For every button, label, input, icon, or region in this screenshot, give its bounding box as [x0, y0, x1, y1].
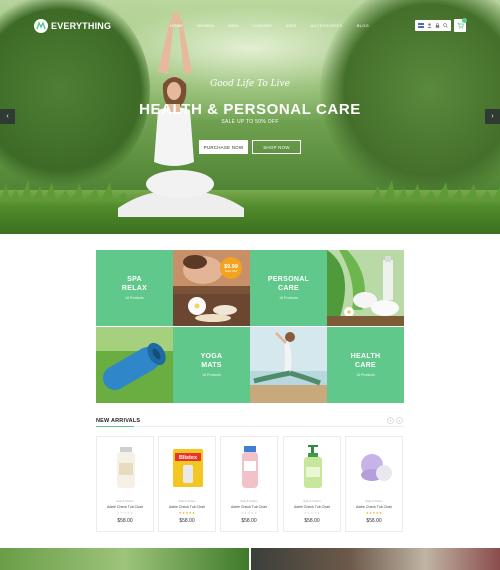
yoga-pose-image-tile[interactable]: [250, 327, 327, 403]
product-image-lip-balm-eos: [361, 454, 392, 481]
promo-price-badge: $9.99 SALE OFF: [220, 257, 242, 279]
product-card[interactable]: Sale & Charm Adele Check Tub Chair ★★★★★…: [345, 436, 403, 532]
yoga-pose-image: [250, 327, 327, 403]
product-category: Sale & Charm: [365, 499, 383, 503]
category-title: PERSONAL CARE: [267, 276, 310, 292]
shop-now-button[interactable]: SHOP NOW: [252, 140, 301, 154]
search-icon[interactable]: [442, 23, 448, 28]
product-card[interactable]: Sale & Charm Adele Check Tub Chair ★★★★★…: [283, 436, 341, 532]
product-name[interactable]: Adele Check Tub Chair: [97, 505, 153, 509]
slider-prev-button[interactable]: ‹: [0, 109, 15, 124]
nav-item-juniors[interactable]: JUNIORS: [252, 23, 272, 28]
product-price: $58.00: [304, 518, 320, 524]
svg-text:Blistex: Blistex: [179, 455, 198, 461]
carousel-next-button[interactable]: ›: [396, 417, 403, 424]
product-category: Sale & Charm: [240, 499, 258, 503]
main-nav: HOME WOMEN MEN JUNIORS KIDS ACCESSORIES …: [170, 23, 369, 28]
product-rating: ★★★★★: [303, 511, 321, 515]
product-rating: ★★★★★: [116, 511, 134, 515]
product-name[interactable]: Adele Check Tub Chair: [159, 505, 215, 509]
product-category: Sale & Charm: [303, 499, 321, 503]
slider-next-button[interactable]: ›: [485, 109, 500, 124]
lock-icon[interactable]: [435, 23, 440, 28]
category-grid: SPA RELAX 16 Products $9.99 SALE OFF PERS…: [96, 250, 404, 403]
hero-headline: HEALTH & PERSONAL CARE: [139, 101, 361, 118]
cosmetics-image: [327, 250, 404, 326]
product-price: $58.00: [241, 518, 257, 524]
product-card[interactable]: Sale & Charm Adele Check Tub Chair ★★★★★…: [220, 436, 278, 532]
spa-image-tile[interactable]: $9.99 SALE OFF: [173, 250, 250, 326]
cosmetics-image-tile[interactable]: [327, 250, 404, 326]
bottom-banner-left[interactable]: [0, 548, 249, 570]
nav-item-kids[interactable]: KIDS: [286, 23, 297, 28]
product-image-pump-bottle: [304, 445, 322, 488]
product-category: Sale & Charm: [116, 499, 134, 503]
nav-item-men[interactable]: MEN: [228, 23, 238, 28]
flag-icon[interactable]: [418, 23, 425, 28]
product-category: Sale & Charm: [178, 499, 196, 503]
product-price: $58.00: [179, 518, 195, 524]
yoga-mat-image-tile[interactable]: [96, 327, 173, 403]
heading-underline: [96, 426, 134, 427]
user-icon[interactable]: [427, 23, 432, 28]
purchase-now-button[interactable]: PURCHASE NOW: [199, 140, 248, 154]
product-rating: ★★★★★: [365, 511, 383, 515]
category-health-care[interactable]: HEALTH CARE 16 Products: [327, 327, 404, 403]
product-image-blistex: Blistex: [173, 449, 203, 487]
nav-item-blog[interactable]: BLOG: [357, 23, 369, 28]
logo-icon: [34, 19, 48, 33]
hero-tagline: Good Life To Live: [210, 79, 290, 89]
category-personal-care[interactable]: PERSONAL CARE 16 Products: [250, 250, 327, 326]
category-title: HEALTH CARE: [350, 353, 381, 369]
category-title: SPA RELAX: [121, 276, 148, 292]
product-price: $58.00: [366, 518, 382, 524]
product-name[interactable]: Adele Check Tub Chair: [221, 505, 277, 509]
heading-divider: [134, 426, 404, 427]
nav-item-home[interactable]: HOME: [170, 23, 183, 28]
product-rating: ★★★★★: [178, 511, 196, 515]
nav-item-accessories[interactable]: ACCESSORIES: [311, 23, 343, 28]
category-count: 16 Products: [356, 373, 375, 377]
product-card[interactable]: Blistex Sale & Charm Adele Check Tub Cha…: [158, 436, 216, 532]
grass-blades: [0, 180, 500, 202]
category-count: 16 Products: [202, 373, 221, 377]
hero-subline: SALE UP TO 50% OFF: [221, 119, 279, 125]
cart-badge: [462, 18, 467, 23]
product-name[interactable]: Adele Check Tub Chair: [284, 505, 340, 509]
category-count: 16 Products: [125, 296, 144, 300]
product-image-sunscreen: [242, 446, 258, 488]
category-count: 16 Products: [279, 296, 298, 300]
cart-button[interactable]: [454, 18, 467, 32]
yoga-mat-image: [96, 327, 173, 403]
product-price: $58.00: [117, 518, 133, 524]
product-name[interactable]: Adele Check Tub Chair: [346, 505, 402, 509]
promo-note: SALE OFF: [224, 269, 238, 273]
category-yoga-mats[interactable]: YOGA MATS 16 Products: [173, 327, 250, 403]
new-arrivals-heading: NEW ARRIVALS: [96, 418, 141, 424]
carousel-prev-button[interactable]: ‹: [387, 417, 394, 424]
product-rating: ★★★★★: [240, 511, 258, 515]
site-logo[interactable]: EVERYTHING: [34, 19, 111, 33]
nav-item-women[interactable]: WOMEN: [197, 23, 214, 28]
utility-bar: [415, 20, 451, 31]
bottom-banner-right[interactable]: [251, 548, 500, 570]
product-image-lotion-bottle: [117, 447, 135, 488]
hero-tree-right: [320, 0, 500, 200]
category-spa-relax[interactable]: SPA RELAX 16 Products: [96, 250, 173, 326]
category-title: YOGA MATS: [200, 353, 223, 369]
logo-text: EVERYTHING: [51, 21, 112, 31]
product-card[interactable]: Sale & Charm Adele Check Tub Chair ★★★★★…: [96, 436, 154, 532]
cart-icon: [457, 22, 464, 29]
hero-banner: EVERYTHING HOME WOMEN MEN JUNIORS KIDS A…: [0, 0, 500, 234]
